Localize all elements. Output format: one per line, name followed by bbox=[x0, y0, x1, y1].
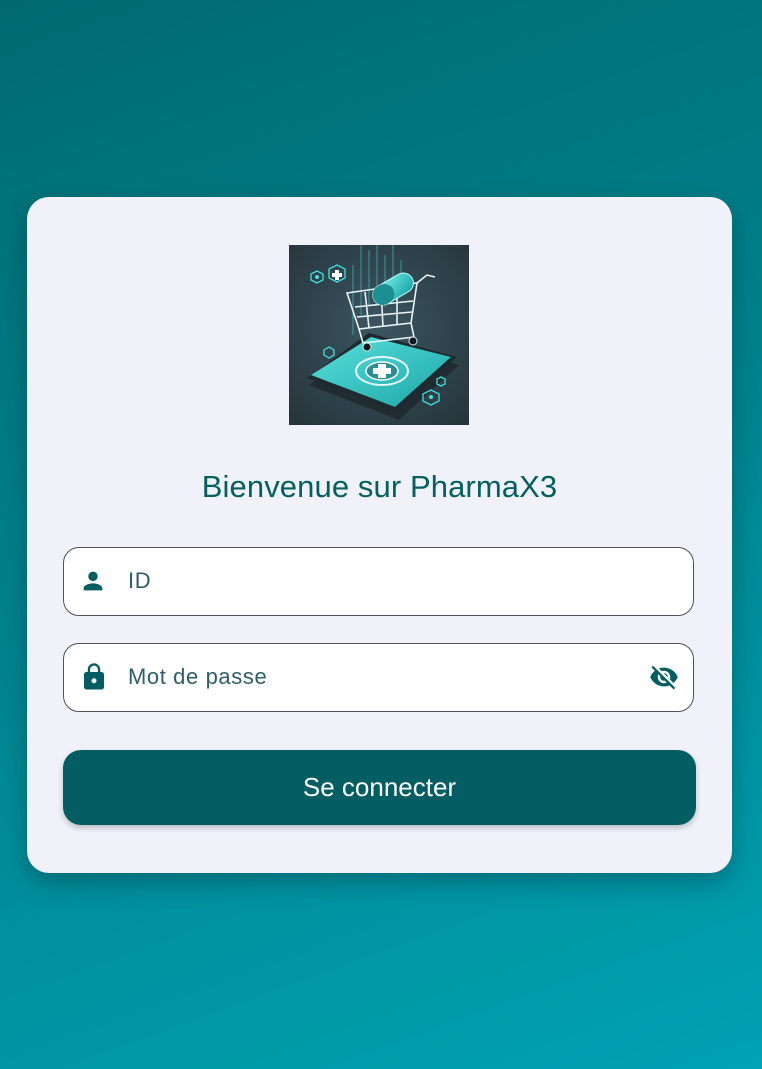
login-button[interactable]: Se connecter bbox=[63, 750, 696, 825]
password-field[interactable] bbox=[63, 643, 694, 712]
password-input[interactable] bbox=[128, 644, 628, 710]
person-icon bbox=[83, 571, 103, 591]
id-input[interactable] bbox=[128, 548, 628, 614]
page-title: Bienvenue sur PharmaX3 bbox=[201, 469, 558, 504]
login-card: Bienvenue sur PharmaX3 Se connecter bbox=[27, 197, 732, 873]
lock-icon bbox=[84, 663, 104, 690]
pharmax3-logo bbox=[289, 245, 469, 425]
eye-off-icon[interactable] bbox=[647, 662, 681, 692]
id-field[interactable] bbox=[63, 547, 694, 616]
